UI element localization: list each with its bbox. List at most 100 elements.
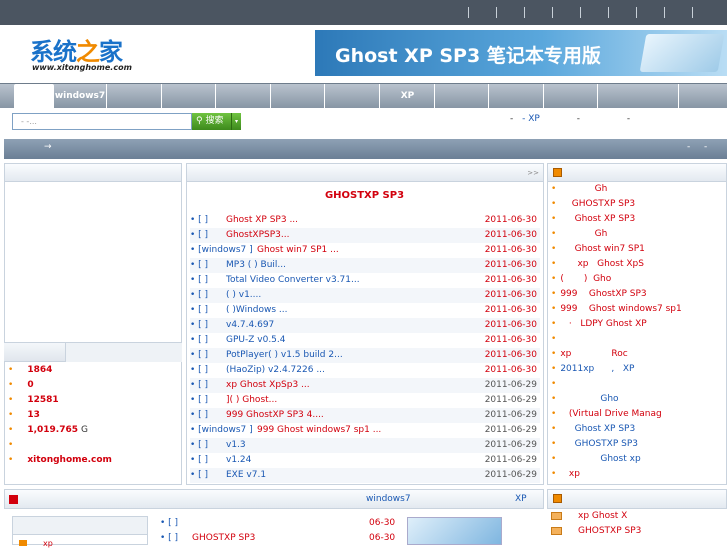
row-category[interactable]: • [ ] bbox=[190, 470, 208, 480]
right-list-item[interactable]: • Ghost XP SP3 bbox=[551, 214, 635, 224]
row-category[interactable]: • [ ] bbox=[190, 365, 208, 375]
bottom-tab-windows7[interactable]: windows7 bbox=[366, 494, 411, 504]
row-category[interactable]: • [ ] bbox=[190, 410, 208, 420]
row-category[interactable]: • [ ] bbox=[190, 350, 208, 360]
bottom-row[interactable]: • [ ] 06-30 bbox=[160, 518, 396, 528]
nav-item[interactable] bbox=[436, 84, 489, 109]
list-item[interactable]: • [ ] xp Ghost XpSp3 ... 2011-06-29 bbox=[190, 378, 540, 393]
row-category[interactable]: • [ ] bbox=[190, 335, 208, 345]
row-category[interactable]: • [ ] bbox=[190, 215, 208, 225]
nav-item[interactable] bbox=[163, 84, 216, 109]
row-title[interactable]: ( ) v1.... bbox=[226, 288, 261, 303]
row-category[interactable]: • [ ] bbox=[190, 440, 208, 450]
right-list-item[interactable]: • xp Roc bbox=[551, 349, 628, 359]
bottom-right-item[interactable]: xp Ghost X bbox=[551, 511, 627, 521]
row-title[interactable]: (HaoZip) v2.4.7226 ... bbox=[226, 363, 325, 378]
right-list-item[interactable]: • xp bbox=[551, 469, 580, 479]
list-item[interactable]: • [windows7 ] Ghost win7 SP1 ... 2011-06-3… bbox=[190, 243, 540, 258]
row-category[interactable]: • [windows7 ] bbox=[190, 425, 253, 435]
bottom-tab-xp[interactable]: XP bbox=[515, 494, 527, 504]
row-category[interactable]: • [windows7 ] bbox=[190, 245, 253, 255]
list-item[interactable]: • [ ] Total Video Converter v3.71... 2011… bbox=[190, 273, 540, 288]
list-item[interactable]: • [ ] v1.24 2011-06-29 bbox=[190, 453, 540, 468]
list-item[interactable]: • [ ] ( )Windows ... 2011-06-30 bbox=[190, 303, 540, 318]
row-title[interactable]: GPU-Z v0.5.4 bbox=[226, 333, 286, 348]
list-item[interactable]: • [ ] GhostXPSP3... 2011-06-30 bbox=[190, 228, 540, 243]
nav-item[interactable] bbox=[490, 84, 544, 109]
hot-link[interactable]: - bbox=[627, 114, 630, 124]
bottom-thumbnail[interactable] bbox=[407, 517, 502, 545]
right-list-item[interactable]: • Gho bbox=[551, 394, 619, 404]
site-logo[interactable]: 系统之家 www.xitonghome.com bbox=[30, 32, 150, 77]
search-input[interactable]: - -... bbox=[12, 113, 192, 130]
row-title[interactable]: EXE v7.1 bbox=[226, 468, 266, 483]
row-category[interactable]: • [ ] bbox=[190, 305, 208, 315]
bottom-left-label[interactable]: xp bbox=[43, 539, 53, 548]
right-list-item[interactable]: • Ghost xp bbox=[551, 454, 641, 464]
row-title[interactable]: v4.7.4.697 bbox=[226, 318, 274, 333]
row-title[interactable]: MP3 ( ) Buil... bbox=[226, 258, 286, 273]
list-item[interactable]: • [ ] v1.3 2011-06-29 bbox=[190, 438, 540, 453]
right-list-item[interactable]: • Gh bbox=[551, 184, 607, 194]
row-title[interactable]: v1.24 bbox=[226, 453, 251, 468]
row-title[interactable]: 999 Ghost windows7 sp1 ... bbox=[257, 423, 381, 438]
bottom-right-item[interactable]: GHOSTXP SP3 bbox=[551, 526, 641, 536]
more-link[interactable]: >> bbox=[527, 169, 539, 177]
right-list-item[interactable]: • xp Ghost XpS bbox=[551, 259, 644, 269]
row-title[interactable]: PotPlayer( ) v1.5 build 2... bbox=[226, 348, 343, 363]
right-list-item[interactable]: • bbox=[551, 379, 560, 389]
stats-tab[interactable] bbox=[65, 343, 182, 362]
nav-item[interactable]: XP bbox=[381, 84, 435, 109]
row-category[interactable]: • [ ] bbox=[190, 380, 208, 390]
right-list-item[interactable]: • Gh bbox=[551, 229, 607, 239]
bottom-row[interactable]: • [ ] GHOSTXP SP3 06-30 bbox=[160, 533, 396, 543]
row-category[interactable]: • [ ] bbox=[190, 275, 208, 285]
row-title[interactable]: 999 GhostXP SP3 4.... bbox=[226, 408, 324, 423]
right-list-item[interactable]: • · LDPY Ghost XP bbox=[551, 319, 647, 329]
row-title[interactable]: ( )Windows ... bbox=[226, 303, 288, 318]
list-item[interactable]: • [ ] ( ) v1.... 2011-06-30 bbox=[190, 288, 540, 303]
hot-link[interactable]: - bbox=[510, 114, 513, 124]
nav-item[interactable] bbox=[108, 84, 162, 109]
row-title[interactable]: v1.3 bbox=[226, 438, 246, 453]
row-title[interactable]: GhostXPSP3... bbox=[226, 228, 289, 243]
row-category[interactable]: • [ ] bbox=[190, 455, 208, 465]
list-item[interactable]: • [windows7 ] 999 Ghost windows7 sp1 ... 2… bbox=[190, 423, 540, 438]
row-title[interactable]: Ghost XP SP3 ... bbox=[226, 213, 298, 228]
list-item[interactable]: • [ ] GPU-Z v0.5.4 2011-06-30 bbox=[190, 333, 540, 348]
list-item[interactable]: • [ ] ]( ) Ghost... 2011-06-29 bbox=[190, 393, 540, 408]
row-category[interactable]: • [ ] bbox=[190, 395, 208, 405]
nav-item[interactable] bbox=[326, 84, 380, 109]
row-title[interactable]: Total Video Converter v3.71... bbox=[226, 273, 360, 288]
hot-link[interactable]: - bbox=[577, 114, 580, 124]
list-item[interactable]: • [ ] (HaoZip) v2.4.7226 ... 2011-06-30 bbox=[190, 363, 540, 378]
row-category[interactable]: • [ ] bbox=[190, 230, 208, 240]
right-list-item[interactable]: • (Virtual Drive Manag bbox=[551, 409, 662, 419]
right-list-item[interactable]: • bbox=[551, 334, 560, 344]
right-list-item[interactable]: • Ghost XP SP3 bbox=[551, 424, 635, 434]
top-banner-ad[interactable]: Ghost XP SP3 笔记本专用版 bbox=[315, 30, 727, 76]
row-category[interactable]: • [ ] bbox=[190, 320, 208, 330]
row-title[interactable]: ]( ) Ghost... bbox=[226, 393, 277, 408]
row-title[interactable]: xp Ghost XpSp3 ... bbox=[226, 378, 310, 393]
search-dropdown-button[interactable]: ▾ bbox=[231, 113, 241, 130]
list-item[interactable]: • [ ] 999 GhostXP SP3 4.... 2011-06-29 bbox=[190, 408, 540, 423]
row-title[interactable]: Ghost win7 SP1 ... bbox=[257, 243, 339, 258]
row-category[interactable]: • [ ] bbox=[190, 260, 208, 270]
hot-link-xp[interactable]: - XP bbox=[522, 114, 540, 124]
right-list-item[interactable]: •( ) Gho bbox=[551, 274, 611, 284]
nav-item[interactable]: windows7 bbox=[54, 84, 107, 109]
right-list-item[interactable]: • 999 Ghost windows7 sp1 bbox=[551, 304, 682, 314]
nav-item[interactable] bbox=[217, 84, 271, 109]
list-item[interactable]: • [ ] PotPlayer( ) v1.5 build 2... 2011-06… bbox=[190, 348, 540, 363]
right-list-item[interactable]: • GHOSTXP SP3 bbox=[551, 439, 638, 449]
nav-item[interactable] bbox=[545, 84, 598, 109]
right-list-item[interactable]: • Ghost win7 SP1 bbox=[551, 244, 645, 254]
list-item[interactable]: • [ ] EXE v7.1 2011-06-29 bbox=[190, 468, 540, 483]
search-button[interactable]: ⚲ 搜索 bbox=[192, 113, 231, 130]
list-item[interactable]: • [ ] MP3 ( ) Buil... 2011-06-30 bbox=[190, 258, 540, 273]
nav-item[interactable] bbox=[272, 84, 325, 109]
right-list-item[interactable]: • 999 GhostXP SP3 bbox=[551, 289, 647, 299]
nav-item[interactable] bbox=[599, 84, 679, 109]
nav-item[interactable] bbox=[14, 84, 54, 109]
